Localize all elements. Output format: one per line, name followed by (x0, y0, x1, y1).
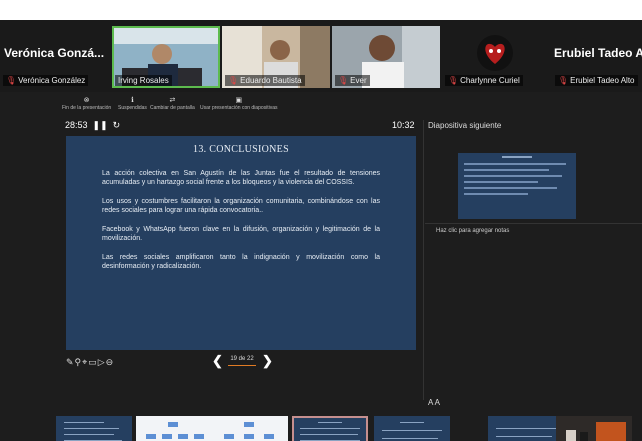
pause-button[interactable]: ℹ Suspendidas (118, 96, 147, 111)
participant-big-name: Verónica Gonzá... (4, 46, 105, 60)
participant-tile-erubiel[interactable]: Erubiel Tadeo A 🎙 Erubiel Tadeo Alto (552, 26, 642, 88)
slide-thumbnail[interactable] (136, 416, 212, 441)
mic-muted-icon: 🎙 (558, 76, 569, 85)
reset-timer-icon[interactable]: ↻ (110, 120, 121, 130)
slide-thumbnail[interactable] (488, 416, 564, 441)
slide-photo (556, 416, 632, 441)
switch-display-button[interactable]: ⇄ Cambiar de pantalla (150, 96, 195, 111)
slide-navigation: ❮ 19 de 22 ❯ (212, 353, 274, 369)
swap-icon: ⇄ (169, 97, 176, 104)
slide-thumbnail[interactable] (56, 416, 132, 441)
close-icon: ⊗ (83, 97, 90, 104)
pause-timer-icon[interactable]: ❚❚ (90, 120, 108, 130)
subtitles-icon[interactable]: ▭ (88, 357, 98, 367)
participant-tile-irving[interactable]: Irving Rosales (112, 26, 220, 88)
participant-tile-charlynne[interactable]: 🎙 Charlynne Curiel (442, 26, 550, 88)
participant-tile-veronica[interactable]: Verónica Gonzá... 🎙 Verónica González (0, 26, 112, 88)
participant-name: Irving Rosales (115, 75, 172, 86)
slide-paragraph: Los usos y costumbres facilitaron la org… (102, 198, 380, 214)
slide-paragraph: Facebook y WhatsApp fueron clave en la d… (102, 226, 380, 242)
previous-slide-button[interactable]: ❮ (212, 353, 223, 369)
monitor-icon: ▣ (235, 97, 243, 104)
slide-thumbnail[interactable] (374, 416, 450, 441)
speaker-notes[interactable]: Haz clic para agregar notas (436, 228, 509, 234)
participant-name: 🎙 Erubiel Tadeo Alto (555, 75, 638, 86)
presenter-toolbar: ⊗ Fin de la presentación ℹ Suspendidas ⇄… (0, 96, 642, 114)
current-slide: 13. CONCLUSIONES La acción colectiva en … (66, 136, 416, 350)
pen-icon[interactable]: ✎ (66, 357, 75, 367)
slide-thumbnail[interactable] (212, 416, 288, 441)
participant-name: 🎙 Verónica González (3, 75, 89, 86)
elapsed-timer: 28:53 ❚❚ ↻ (65, 120, 121, 130)
mic-muted-icon: 🎙 (448, 76, 459, 85)
slide-thumbnail-current[interactable] (292, 416, 368, 441)
participant-name: 🎙 Eduardo Bautista (225, 75, 305, 86)
panel-divider (423, 120, 424, 400)
next-slide-button[interactable]: ❯ (262, 353, 273, 369)
video-icon[interactable]: ▷ (98, 357, 106, 367)
participant-name: 🎙 Ever (335, 75, 370, 86)
current-time: 10:32 (392, 120, 415, 130)
mic-muted-icon: 🎙 (6, 76, 17, 85)
info-icon: ℹ (131, 97, 134, 104)
more-icon[interactable]: ⊖ (106, 357, 115, 367)
notes-divider (425, 223, 642, 224)
slide-counter: 19 de 22 (230, 356, 254, 362)
presenter-window: Verónica Gonzá... 🎙 Verónica González Irv… (0, 20, 642, 441)
next-slide-preview[interactable] (458, 153, 576, 219)
slide-paragraph: Las redes sociales amplificaron tanto la… (102, 254, 380, 270)
slide-thumbnails (56, 416, 642, 441)
slide-paragraph: La acción colectiva en San Agustín de la… (102, 170, 380, 186)
participant-strip: Verónica Gonzá... 🎙 Verónica González Irv… (0, 20, 642, 92)
slide-title: 13. CONCLUSIONES (193, 144, 289, 155)
zoom-icon[interactable]: ⚲ (75, 357, 83, 367)
slide-thumbnail[interactable] (556, 416, 632, 441)
avatar (477, 35, 513, 71)
participant-name: 🎙 Charlynne Curiel (445, 75, 523, 86)
mic-muted-icon: 🎙 (338, 76, 349, 85)
font-size-controls[interactable]: A A (428, 398, 440, 407)
next-slide-label: Diapositiva siguiente (428, 121, 502, 130)
participant-tile-ever[interactable]: 🎙 Ever (332, 26, 440, 88)
mic-muted-icon: 🎙 (228, 76, 239, 85)
end-presentation-button[interactable]: ⊗ Fin de la presentación (62, 96, 111, 111)
progress-underline (228, 365, 256, 366)
annotation-tools: ✎⚲⌖▭▷⊖ (66, 357, 114, 368)
participant-big-name: Erubiel Tadeo A (554, 46, 642, 60)
use-slideshow-button[interactable]: ▣ Usar presentación con diapositivas (200, 96, 278, 111)
participant-tile-eduardo[interactable]: 🎙 Eduardo Bautista (222, 26, 330, 88)
